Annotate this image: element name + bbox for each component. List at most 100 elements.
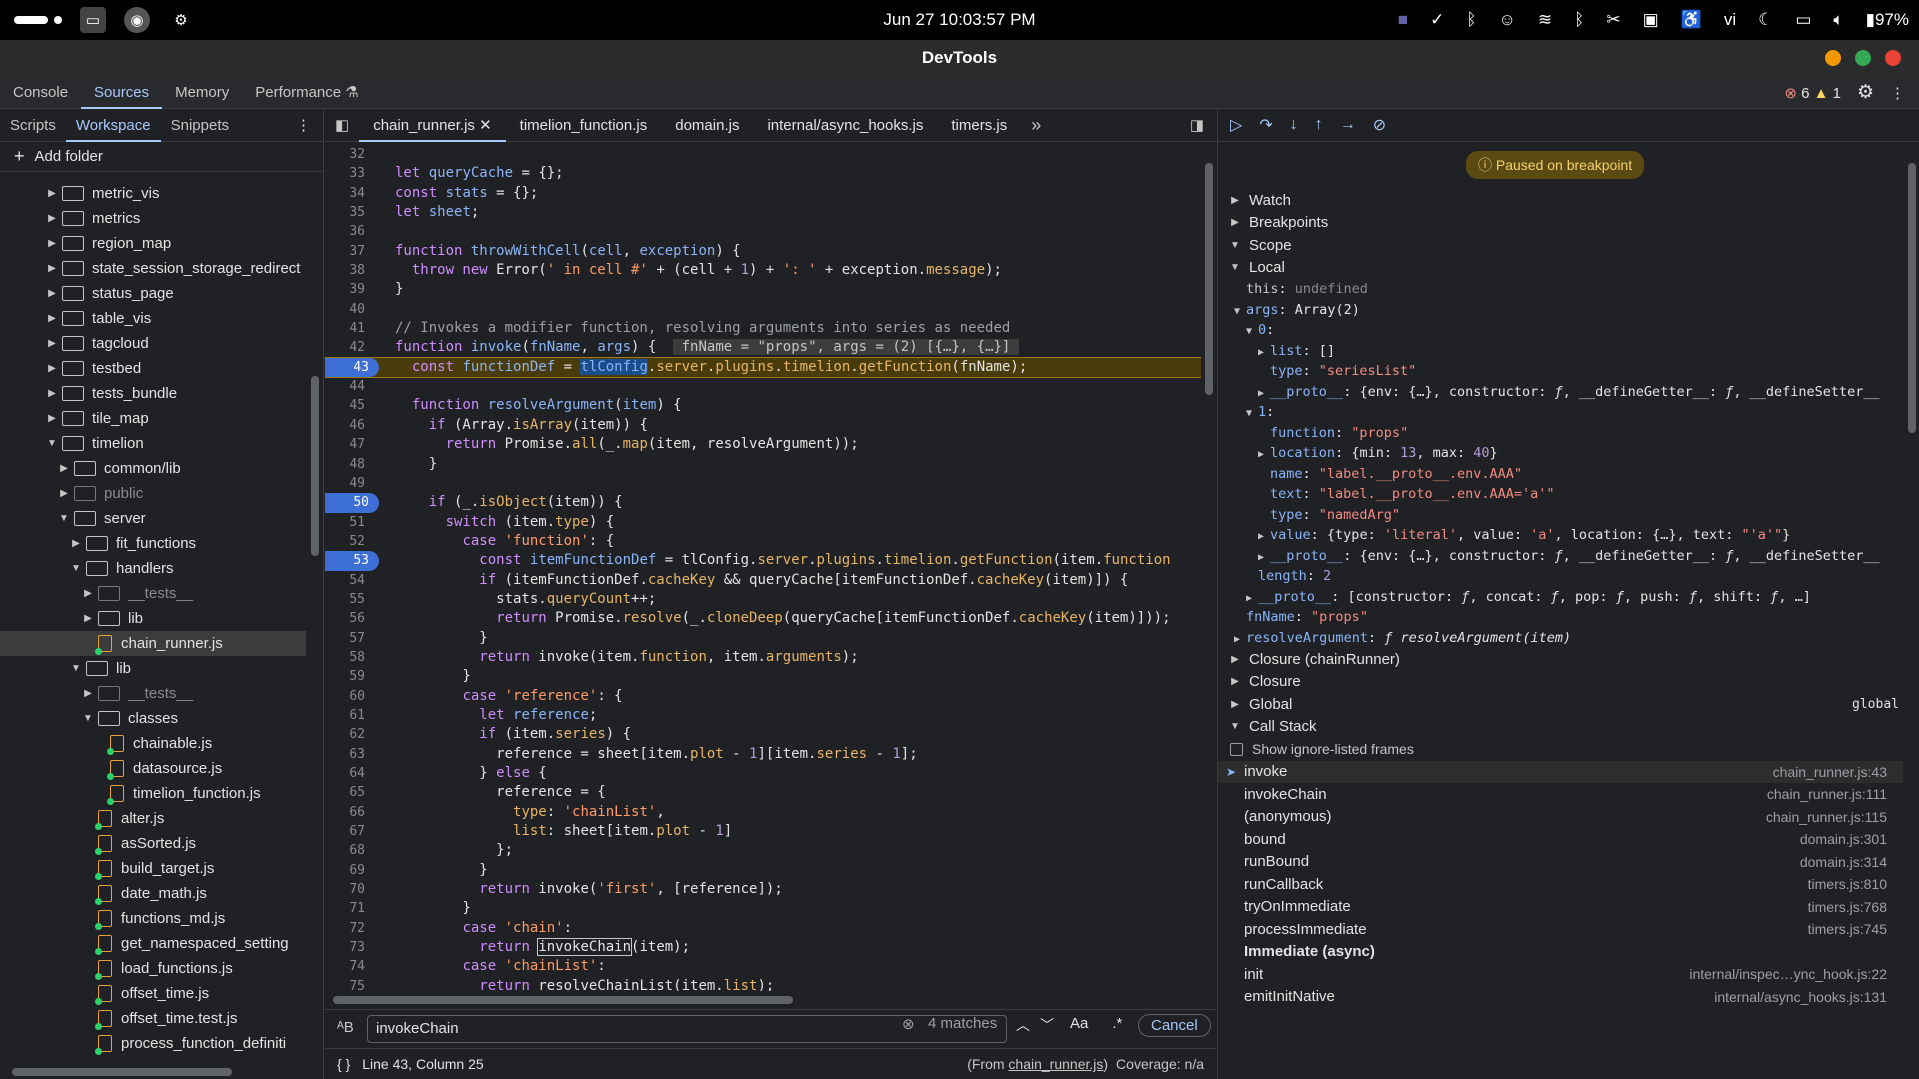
- code-line[interactable]: 51 switch (item.type) {: [325, 513, 1201, 532]
- replace-toggle-icon[interactable]: ᴬB: [337, 1019, 354, 1036]
- scope-property[interactable]: ▼ 1:: [1218, 402, 1903, 423]
- call-frame[interactable]: runBound domain.js:314: [1218, 851, 1903, 874]
- line-number[interactable]: 42: [325, 338, 375, 357]
- breakpoints-section[interactable]: ▶ Breakpoints: [1218, 212, 1903, 235]
- tree-file[interactable]: process_function_definiti: [0, 1031, 306, 1056]
- discord-icon[interactable]: ☺: [1499, 10, 1516, 30]
- show-ignore-listed-checkbox[interactable]: Show ignore-listed frames: [1218, 738, 1903, 761]
- code-line[interactable]: 54 if (itemFunctionDef.cacheKey && query…: [325, 571, 1201, 590]
- code-line[interactable]: 71 }: [325, 899, 1201, 918]
- line-number[interactable]: 48: [325, 455, 375, 474]
- cancel-search-button[interactable]: Cancel: [1138, 1014, 1211, 1037]
- scope-property[interactable]: ▶ resolveArgument: ƒ resolveArgument(item…: [1218, 628, 1903, 649]
- debugger-scrollbar[interactable]: [1904, 145, 1919, 1075]
- tree-folder[interactable]: ▼ lib: [0, 656, 306, 681]
- breakpoint-line-number[interactable]: 53: [325, 551, 379, 571]
- call-frame[interactable]: bound domain.js:301: [1218, 828, 1903, 851]
- line-number[interactable]: 60: [325, 687, 375, 706]
- tree-file[interactable]: asSorted.js: [0, 831, 306, 856]
- scope-property[interactable]: type: "seriesList": [1218, 361, 1903, 382]
- minimize-button[interactable]: [1825, 50, 1841, 66]
- line-number[interactable]: 44: [325, 377, 375, 396]
- code-line[interactable]: 41 // Invokes a modifier function, resolv…: [325, 319, 1201, 338]
- line-number[interactable]: 65: [325, 783, 375, 802]
- volume-icon[interactable]: 🔈︎: [1833, 10, 1843, 30]
- line-number[interactable]: 56: [325, 609, 375, 628]
- tree-file[interactable]: get_namespaced_setting: [0, 931, 306, 956]
- code-line[interactable]: 42 function invoke(fnName, args) { fnName…: [325, 338, 1201, 357]
- settings-gear-icon[interactable]: ⚙: [1857, 81, 1874, 104]
- call-frame[interactable]: invokeChain chain_runner.js:111: [1218, 783, 1903, 806]
- pretty-print-icon[interactable]: { }: [325, 1056, 362, 1072]
- code-line[interactable]: 38 throw new Error(' in cell #' + (cell …: [325, 261, 1201, 280]
- tree-folder[interactable]: ▶ fit_functions: [0, 531, 306, 556]
- code-line[interactable]: 64 } else {: [325, 764, 1201, 783]
- line-number[interactable]: 63: [325, 745, 375, 764]
- line-number[interactable]: 41: [325, 319, 375, 338]
- tree-file[interactable]: build_target.js: [0, 856, 306, 881]
- line-number[interactable]: 46: [325, 416, 375, 435]
- teams-icon[interactable]: ■: [1398, 10, 1408, 30]
- scope-property[interactable]: ▼ args: Array(2): [1218, 300, 1903, 321]
- editor-tab[interactable]: domain.js: [661, 109, 753, 142]
- line-number[interactable]: 49: [325, 474, 375, 493]
- code-line[interactable]: 58 return invoke(item.function, item.arg…: [325, 648, 1201, 667]
- code-line[interactable]: 33 let queryCache = {};: [325, 164, 1201, 183]
- editor-tab[interactable]: internal/async_hooks.js: [753, 109, 937, 142]
- tree-file[interactable]: load_functions.js: [0, 956, 306, 981]
- line-number[interactable]: 55: [325, 590, 375, 609]
- code-line[interactable]: 56 return Promise.resolve(_.cloneDeep(qu…: [325, 609, 1201, 628]
- closure-section[interactable]: ▶ Closure: [1218, 671, 1903, 694]
- navigator-scrollbar[interactable]: [308, 181, 322, 1071]
- closure-chainrunner-section[interactable]: ▶ Closure (chainRunner): [1218, 648, 1903, 671]
- tree-folder[interactable]: ▼ server: [0, 506, 306, 531]
- navigator-horizontal-scrollbar[interactable]: [0, 1065, 306, 1079]
- editor-scrollbar[interactable]: [1201, 145, 1216, 991]
- code-line[interactable]: 44: [325, 377, 1201, 396]
- scope-property[interactable]: ▶ location: {min: 13, max: 40}: [1218, 443, 1903, 464]
- line-number[interactable]: 74: [325, 957, 375, 976]
- tree-folder[interactable]: ▼ timelion: [0, 431, 306, 456]
- line-number[interactable]: 36: [325, 222, 375, 241]
- scope-property[interactable]: ▶ __proto__: {env: {…}, constructor: ƒ, _…: [1218, 546, 1903, 567]
- tree-folder[interactable]: ▶ metric_vis: [0, 181, 306, 206]
- code-line[interactable]: 32: [325, 145, 1201, 164]
- tree-folder[interactable]: ▶ status_page: [0, 281, 306, 306]
- tree-folder[interactable]: ▶ public: [0, 481, 306, 506]
- code-line[interactable]: 73 return invokeChain(item);: [325, 938, 1201, 957]
- tab-workspace[interactable]: Workspace: [65, 109, 161, 142]
- code-line[interactable]: 60 case 'reference': {: [325, 687, 1201, 706]
- tools-icon[interactable]: ✂: [1606, 10, 1620, 30]
- tree-folder[interactable]: ▼ classes: [0, 706, 306, 731]
- next-match-icon[interactable]: ﹀: [1040, 1015, 1054, 1035]
- code-line[interactable]: 75 return resolveChainList(item.list);: [325, 977, 1201, 991]
- tree-folder[interactable]: ▶ state_session_storage_redirect: [0, 256, 306, 281]
- line-number[interactable]: 37: [325, 242, 375, 261]
- code-line[interactable]: 69 }: [325, 861, 1201, 880]
- toggle-debugger-icon[interactable]: ◨: [1178, 116, 1216, 134]
- resume-icon[interactable]: ▷: [1230, 115, 1242, 135]
- step-into-icon[interactable]: ↓: [1290, 116, 1298, 134]
- code-line[interactable]: 68 };: [325, 841, 1201, 860]
- tree-file[interactable]: chainable.js: [0, 731, 306, 756]
- tree-folder[interactable]: ▶ table_vis: [0, 306, 306, 331]
- code-line[interactable]: 45 function resolveArgument(item) {: [325, 396, 1201, 415]
- line-number[interactable]: 54: [325, 571, 375, 590]
- line-number[interactable]: 59: [325, 667, 375, 686]
- tree-folder[interactable]: ▶ __tests__: [0, 681, 306, 706]
- line-number[interactable]: 34: [325, 184, 375, 203]
- input-method[interactable]: vi: [1724, 10, 1736, 30]
- call-frame[interactable]: emitInitNative internal/async_hooks.js:13…: [1218, 986, 1903, 1009]
- scope-property[interactable]: this: undefined: [1218, 279, 1903, 300]
- scope-property[interactable]: function: "props": [1218, 423, 1903, 444]
- line-number[interactable]: 67: [325, 822, 375, 841]
- line-number[interactable]: 58: [325, 648, 375, 667]
- code-line[interactable]: 72 case 'chain':: [325, 919, 1201, 938]
- breakpoint-line-number[interactable]: 50: [325, 493, 379, 513]
- code-line[interactable]: 74 case 'chainList':: [325, 957, 1201, 976]
- match-case-button[interactable]: Aa: [1070, 1015, 1088, 1032]
- code-line[interactable]: 63 reference = sheet[item.plot - 1][item…: [325, 745, 1201, 764]
- tab-memory[interactable]: Memory: [162, 76, 242, 109]
- scope-property[interactable]: ▶ value: {type: 'literal', value: 'a', lo…: [1218, 525, 1903, 546]
- code-line[interactable]: 46 if (Array.isArray(item)) {: [325, 416, 1201, 435]
